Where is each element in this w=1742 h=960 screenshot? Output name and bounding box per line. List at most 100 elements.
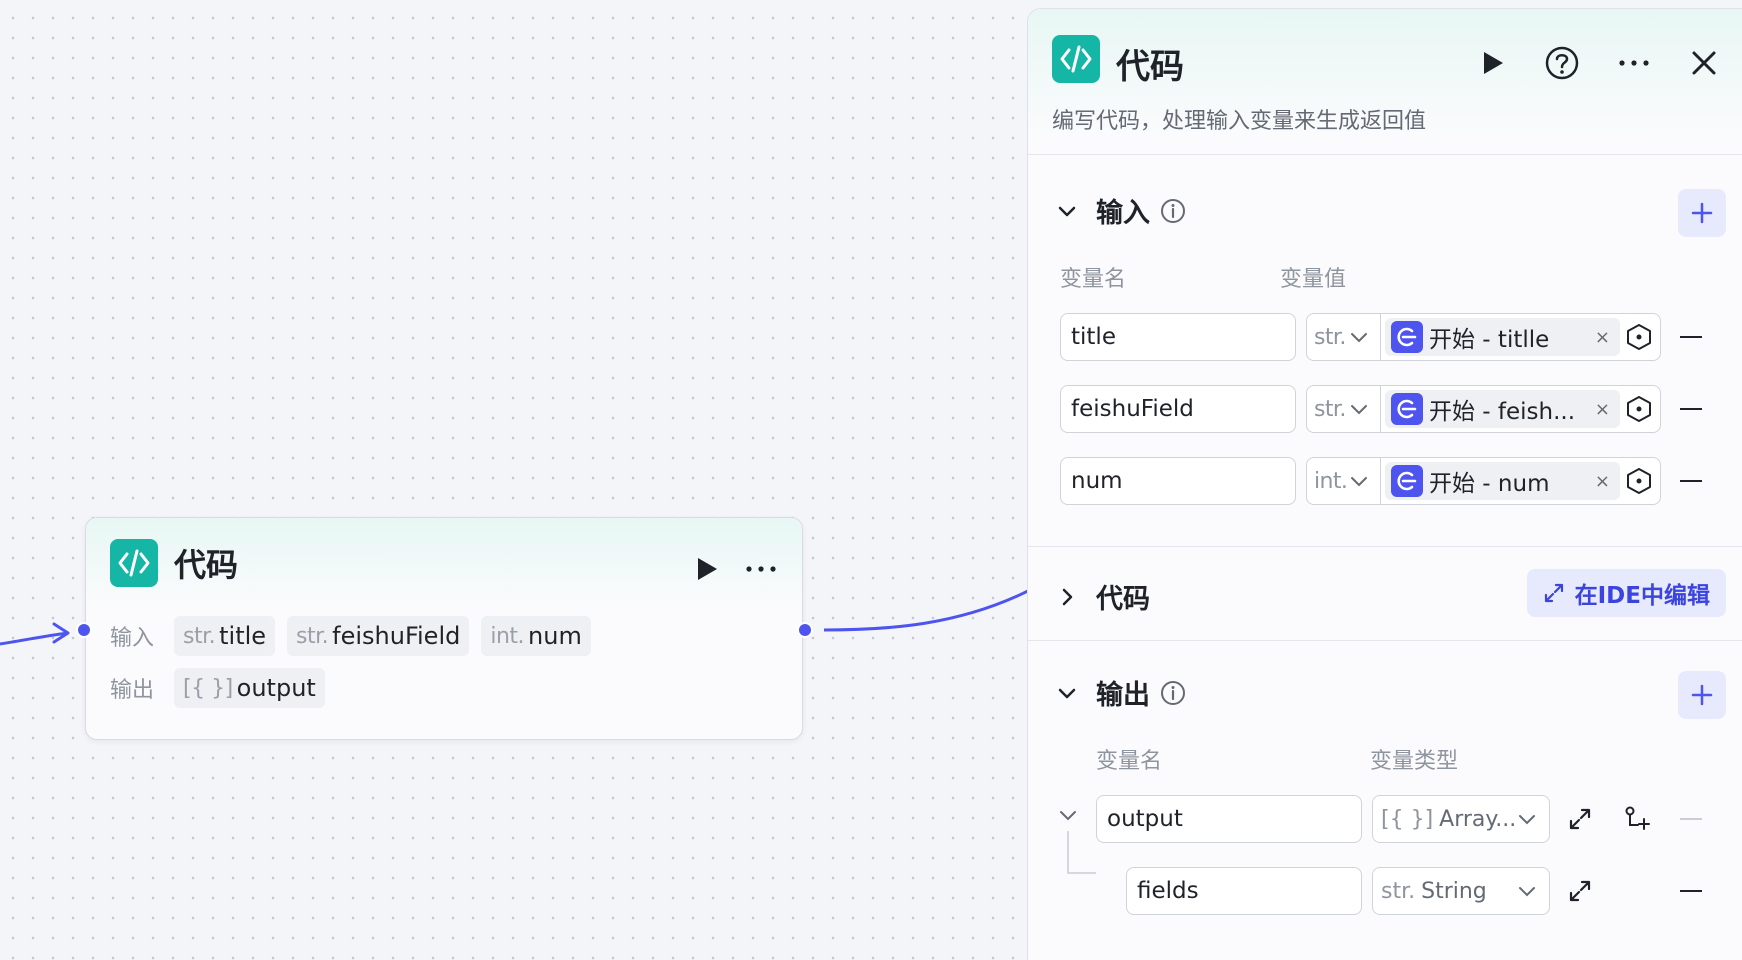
panel-title: 代码	[1116, 47, 1184, 87]
node-inputs-row: 输入 str. title str. feishuField int. num	[110, 616, 603, 656]
output-child-name-field[interactable]: fields	[1126, 867, 1362, 915]
output-type-select[interactable]: [{ }] Array...	[1372, 795, 1550, 843]
chevron-right-icon[interactable]	[1056, 586, 1078, 608]
chip-name: num	[528, 622, 582, 650]
remove-output-child-button[interactable]	[1680, 890, 1702, 892]
expand-icon[interactable]	[1568, 879, 1592, 903]
input-section-header[interactable]: 输入	[1056, 191, 1186, 230]
more-icon[interactable]	[1614, 43, 1654, 83]
variable-reference-tag[interactable]: 开始 - num ×	[1385, 462, 1620, 500]
add-output-button[interactable]	[1678, 671, 1726, 719]
input-name-field[interactable]: title	[1060, 313, 1296, 361]
remove-input-button[interactable]	[1680, 408, 1702, 410]
node-input-label: 输入	[110, 626, 155, 651]
help-icon[interactable]	[1542, 43, 1582, 83]
col-variable-name: 变量名	[1096, 749, 1163, 774]
more-icon[interactable]	[742, 554, 782, 584]
type-tag: [{ }]	[1381, 806, 1434, 832]
variable-picker-icon[interactable]	[1625, 323, 1653, 351]
remove-output-button	[1680, 818, 1702, 820]
input-section-title: 输入	[1096, 198, 1150, 229]
chevron-down-icon[interactable]	[1058, 805, 1078, 825]
variable-reference-tag[interactable]: 开始 - feish... ×	[1385, 390, 1620, 428]
output-type-select[interactable]: str. String	[1372, 867, 1550, 915]
type-label: Array...	[1439, 806, 1517, 832]
run-node-button[interactable]	[691, 554, 721, 584]
col-variable-name: 变量名	[1060, 267, 1127, 292]
node-output-port[interactable]	[797, 622, 813, 638]
variable-picker-icon[interactable]	[1625, 467, 1653, 495]
input-value-selector[interactable]: str. 开始 - feish... ×	[1306, 385, 1661, 433]
info-icon[interactable]	[1160, 680, 1186, 706]
input-value-selector[interactable]: str. 开始 - titlle ×	[1306, 313, 1661, 361]
remove-reference-icon[interactable]: ×	[1595, 327, 1610, 348]
add-child-field-icon[interactable]	[1622, 805, 1652, 833]
variable-picker-icon[interactable]	[1625, 395, 1653, 423]
chevron-down-icon[interactable]	[1349, 471, 1369, 491]
add-input-button[interactable]	[1678, 189, 1726, 237]
edit-in-ide-label: 在IDE中编辑	[1574, 583, 1710, 609]
remove-reference-icon[interactable]: ×	[1595, 399, 1610, 420]
node-title: 代码	[174, 546, 239, 584]
input-chip: str. feishuField	[287, 616, 470, 656]
output-chip: [{ }] output	[174, 668, 325, 708]
chevron-down-icon[interactable]	[1056, 682, 1078, 704]
code-brackets-icon	[110, 539, 158, 587]
chevron-down-icon[interactable]	[1517, 809, 1537, 829]
code-section-header[interactable]: 代码	[1056, 577, 1150, 616]
output-section: 输出 变量名 变量类型 output [{ }] Array... fields…	[1028, 641, 1742, 960]
remove-input-button[interactable]	[1680, 480, 1702, 482]
outgoing-edge[interactable]	[823, 588, 1030, 632]
expand-icon[interactable]	[1568, 807, 1592, 831]
reference-label: 开始 - titlle	[1429, 327, 1550, 353]
type-tag: str.	[183, 623, 216, 649]
code-node-card[interactable]: 代码 输入 str. title str. feishuField int. num …	[85, 517, 803, 740]
col-variable-value: 变量值	[1280, 267, 1347, 292]
reference-label: 开始 - num	[1429, 471, 1550, 497]
input-name-field[interactable]: feishuField	[1060, 385, 1296, 433]
info-icon[interactable]	[1160, 198, 1186, 224]
type-tag: str.	[1381, 878, 1416, 904]
chip-name: output	[236, 674, 316, 702]
reference-label: 开始 - feish...	[1429, 399, 1576, 425]
chip-name: feishuField	[332, 622, 461, 650]
input-chip: str. title	[174, 616, 276, 656]
node-input-port[interactable]	[76, 622, 92, 638]
code-section-title: 代码	[1096, 584, 1150, 615]
type-select[interactable]: str.	[1314, 397, 1346, 422]
type-tag: [{ }]	[183, 675, 233, 701]
chevron-down-icon[interactable]	[1349, 399, 1369, 419]
output-name-field[interactable]: output	[1096, 795, 1362, 843]
type-tag: str.	[296, 623, 329, 649]
start-node-ref-icon	[1391, 465, 1423, 497]
node-output-label: 输出	[110, 678, 155, 703]
col-variable-type: 变量类型	[1370, 749, 1459, 774]
remove-input-button[interactable]	[1680, 336, 1702, 338]
type-tag: int.	[490, 623, 525, 649]
workflow-canvas[interactable]: 代码 输入 str. title str. feishuField int. num …	[0, 0, 1030, 960]
edit-in-ide-button[interactable]: 在IDE中编辑	[1526, 569, 1726, 617]
expand-icon	[1544, 583, 1563, 603]
type-select[interactable]: str.	[1314, 325, 1346, 350]
panel-header: 代码 编写代码，处理输入变量来生成返回值	[1028, 9, 1742, 155]
type-select[interactable]: int.	[1314, 469, 1348, 494]
variable-reference-tag[interactable]: 开始 - titlle ×	[1385, 318, 1620, 356]
close-icon[interactable]	[1684, 43, 1724, 83]
chevron-down-icon[interactable]	[1517, 881, 1537, 901]
output-section-title: 输出	[1096, 680, 1150, 711]
input-value-selector[interactable]: int. 开始 - num ×	[1306, 457, 1661, 505]
input-name-field[interactable]: num	[1060, 457, 1296, 505]
start-node-ref-icon	[1391, 393, 1423, 425]
remove-reference-icon[interactable]: ×	[1595, 471, 1610, 492]
panel-description: 编写代码，处理输入变量来生成返回值	[1052, 109, 1427, 134]
output-section-header[interactable]: 输出	[1056, 673, 1186, 712]
node-outputs-row: 输出 [{ }] output	[110, 668, 337, 708]
code-section: 代码 在IDE中编辑	[1028, 547, 1742, 641]
chevron-down-icon[interactable]	[1056, 200, 1078, 222]
node-config-panel: 代码 编写代码，处理输入变量来生成返回值 输入 变量名 变量值 title st…	[1027, 8, 1742, 960]
chevron-down-icon[interactable]	[1349, 327, 1369, 347]
run-node-button[interactable]	[1472, 43, 1512, 83]
type-label: String	[1421, 878, 1487, 904]
input-chip: int. num	[481, 616, 591, 656]
chip-name: title	[219, 622, 267, 650]
